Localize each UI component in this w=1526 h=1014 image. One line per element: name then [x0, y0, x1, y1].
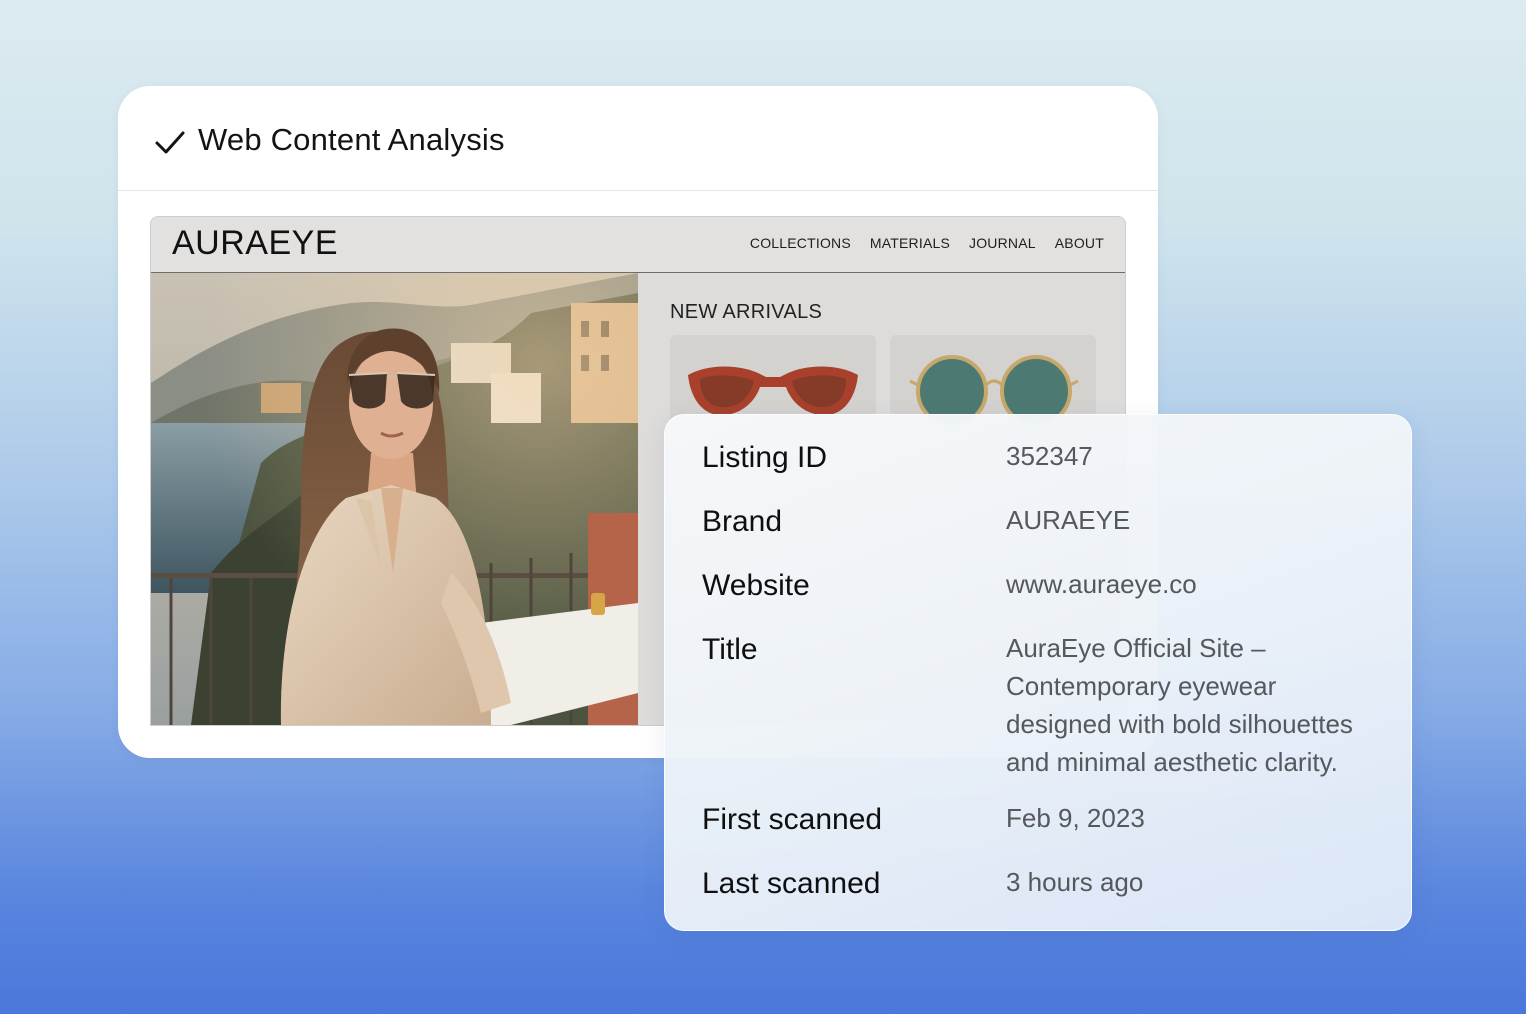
label-title: Title	[702, 633, 758, 666]
nav-link-about[interactable]: ABOUT	[1055, 235, 1104, 251]
checkmark-icon	[155, 131, 185, 154]
value-first-scanned: Feb 9, 2023	[1006, 803, 1145, 833]
label-website: Website	[702, 569, 810, 602]
title-line: AuraEye Official Site –	[1006, 633, 1266, 663]
new-arrivals-heading: NEW ARRIVALS	[670, 301, 823, 323]
nav-link-collections[interactable]: COLLECTIONS	[750, 235, 851, 251]
label-first-scanned: First scanned	[702, 803, 883, 836]
hero-illustration	[151, 273, 638, 725]
title-line: designed with bold silhouettes	[1006, 709, 1353, 739]
card-header: Web Content Analysis	[118, 86, 1158, 191]
nav-link-journal[interactable]: JOURNAL	[969, 235, 1036, 251]
site-navbar: AURAEYE COLLECTIONS MATERIALS JOURNAL AB…	[151, 217, 1125, 273]
value-brand: AURAEYE	[1006, 505, 1131, 535]
label-listing-id: Listing ID	[702, 441, 828, 474]
site-logo[interactable]: AURAEYE	[172, 224, 338, 263]
nav-link-materials[interactable]: MATERIALS	[870, 235, 950, 251]
value-listing-id: 352347	[1006, 441, 1093, 471]
title-line: Contemporary eyewear	[1006, 671, 1277, 701]
value-title: AuraEye Official Site – Contemporary eye…	[1006, 629, 1353, 781]
hero-image	[151, 273, 638, 725]
listing-details-panel: Listing ID 352347 Brand AURAEYE Website …	[664, 414, 1412, 931]
title-line: and minimal aesthetic clarity.	[1006, 747, 1338, 777]
card-title: Web Content Analysis	[198, 122, 505, 157]
value-website[interactable]: www.auraeye.co	[1006, 565, 1197, 603]
label-brand: Brand	[702, 505, 783, 538]
value-last-scanned: 3 hours ago	[1006, 867, 1144, 897]
label-last-scanned: Last scanned	[702, 867, 881, 900]
site-nav-links: COLLECTIONS MATERIALS JOURNAL ABOUT	[750, 235, 1104, 251]
